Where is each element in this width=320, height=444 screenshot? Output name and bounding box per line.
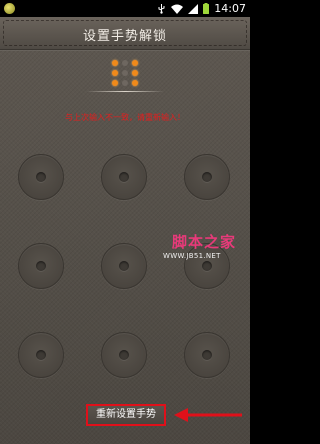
- watermark-main: 脚本之家: [172, 233, 237, 251]
- app-notification-icon: [4, 3, 15, 14]
- arrow-left-icon: [174, 408, 242, 422]
- status-time: 14:07: [214, 2, 246, 15]
- signal-icon: [188, 3, 199, 14]
- pattern-node[interactable]: [101, 332, 147, 378]
- pattern-node-center: [119, 261, 129, 271]
- watermark-url: WWW.JB51.NET: [163, 252, 221, 260]
- pattern-node[interactable]: [101, 243, 147, 289]
- pattern-node[interactable]: [18, 332, 64, 378]
- pattern-node-center: [36, 172, 46, 182]
- pattern-node-center: [202, 172, 212, 182]
- pattern-node-center: [202, 350, 212, 360]
- pattern-node[interactable]: [101, 154, 147, 200]
- pattern-node[interactable]: [18, 154, 64, 200]
- pattern-node-center: [36, 350, 46, 360]
- wifi-icon: [171, 4, 184, 14]
- battery-icon: [203, 3, 210, 14]
- reset-gesture-button[interactable]: 重新设置手势: [86, 404, 166, 426]
- status-bar: 14:07: [0, 0, 250, 17]
- pattern-node-center: [119, 172, 129, 182]
- watermark: 脚本之家 WWW.JB51.NET: [160, 231, 248, 265]
- pattern-node-center: [119, 350, 129, 360]
- pattern-node[interactable]: [18, 243, 64, 289]
- pattern-node[interactable]: [184, 154, 230, 200]
- pattern-node-center: [36, 261, 46, 271]
- usb-icon: [158, 3, 165, 14]
- pattern-node[interactable]: [184, 332, 230, 378]
- gesture-setup-screen: 设置手势解锁 与上次输入不一致，请重新输入！ 脚本之家 WWW.JB51.NET…: [0, 17, 250, 444]
- status-icons: 14:07: [157, 2, 246, 15]
